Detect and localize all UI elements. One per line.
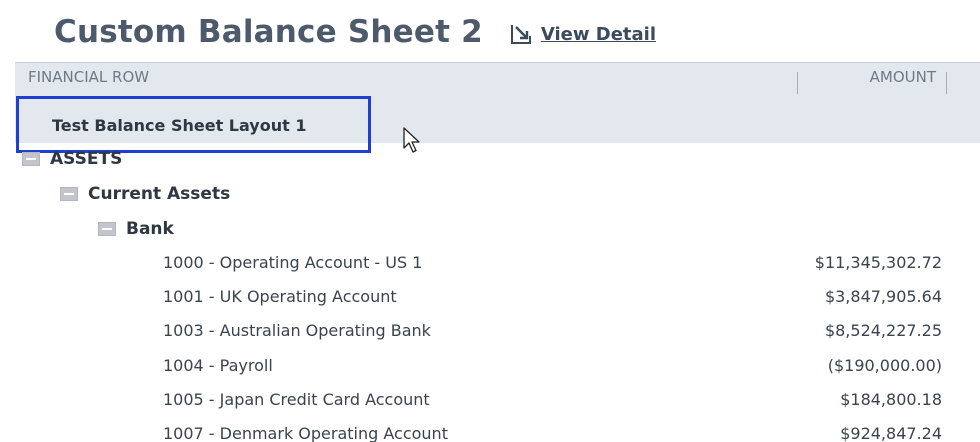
account-amount[interactable]: $184,800.18 — [840, 390, 942, 409]
account-amount[interactable]: $3,847,905.64 — [825, 287, 942, 306]
account-amount[interactable]: ($190,000.00) — [828, 356, 942, 375]
mouse-pointer-icon — [403, 127, 420, 153]
account-name[interactable]: 1000 - Operating Account - US 1 — [163, 253, 422, 272]
account-name[interactable]: 1001 - UK Operating Account — [163, 287, 397, 306]
account-name[interactable]: 1005 - Japan Credit Card Account — [163, 390, 430, 409]
column-resize-handle[interactable] — [946, 72, 947, 94]
column-resize-handle[interactable] — [797, 72, 798, 94]
account-amount[interactable]: $11,345,302.72 — [815, 253, 942, 272]
collapse-icon[interactable] — [60, 187, 78, 201]
view-detail-action[interactable]: View Detail — [509, 22, 656, 46]
account-name[interactable]: 1004 - Payroll — [163, 356, 273, 375]
page-title: Custom Balance Sheet 2 — [54, 14, 483, 50]
tree-row-current-assets[interactable]: Current Assets — [60, 182, 230, 206]
tree-label: Bank — [126, 219, 174, 239]
focus-highlight — [16, 96, 371, 153]
export-arrow-icon[interactable] — [509, 22, 535, 46]
tree-row-assets[interactable]: ASSETS — [22, 147, 122, 171]
account-amount[interactable]: $924,847.24 — [840, 424, 942, 442]
tree-label: ASSETS — [50, 149, 123, 169]
account-amount[interactable]: $8,524,227.25 — [825, 321, 942, 340]
report-title-row: Custom Balance Sheet 2 View Detail — [54, 8, 656, 56]
column-header-financial-row[interactable]: FINANCIAL ROW — [28, 68, 149, 86]
account-name[interactable]: 1003 - Australian Operating Bank — [163, 321, 431, 340]
report-page: Custom Balance Sheet 2 View Detail FINAN… — [0, 0, 980, 442]
collapse-icon[interactable] — [98, 222, 116, 236]
tree-label: Current Assets — [88, 184, 231, 204]
view-detail-link[interactable]: View Detail — [541, 24, 656, 45]
column-header-amount[interactable]: AMOUNT — [870, 68, 936, 86]
collapse-icon[interactable] — [22, 152, 40, 166]
tree-row-bank[interactable]: Bank — [98, 217, 174, 241]
account-name[interactable]: 1007 - Denmark Operating Account — [163, 424, 448, 442]
